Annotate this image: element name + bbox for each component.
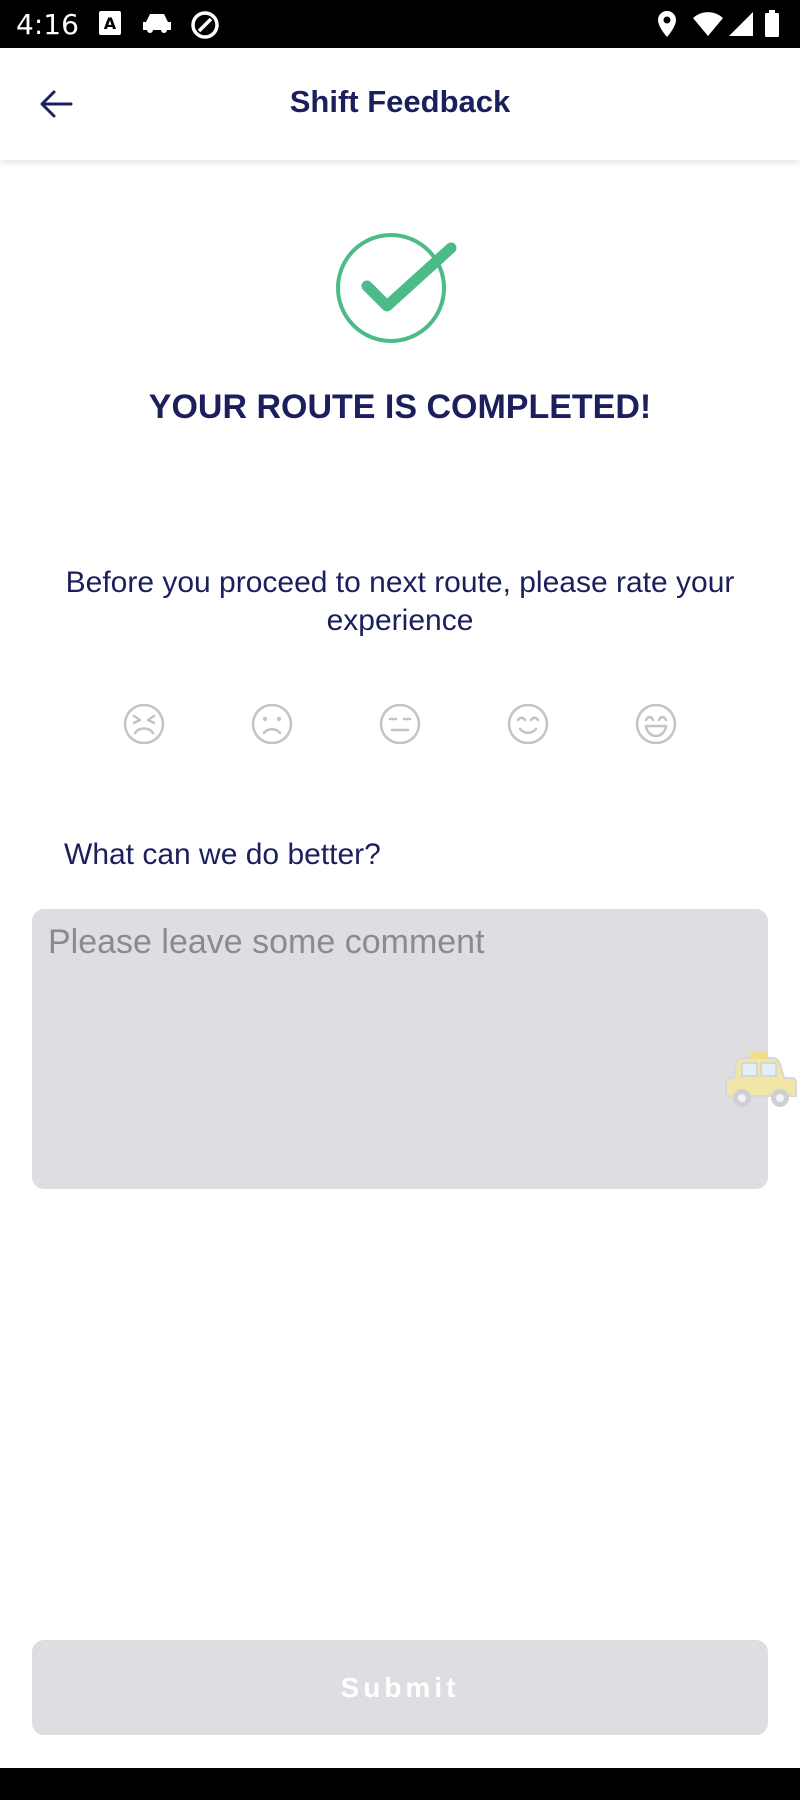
completion-headline: YOUR ROUTE IS COMPLETED! — [148, 388, 652, 426]
signal-icon — [729, 12, 753, 36]
taxi-icon[interactable] — [722, 1050, 798, 1114]
face-neutral-icon — [379, 703, 421, 745]
rating-dissatisfied[interactable] — [250, 702, 294, 746]
face-sad-icon — [251, 703, 293, 745]
rating-very-dissatisfied[interactable] — [122, 702, 166, 746]
status-bar: 4:16 A — [0, 0, 800, 48]
face-very-sad-icon — [123, 703, 165, 745]
face-very-happy-icon — [635, 703, 677, 745]
battery-icon — [765, 10, 779, 37]
rating-prompt: Before you proceed to next route, please… — [65, 566, 735, 637]
location-icon — [658, 11, 676, 37]
comment-input[interactable] — [32, 909, 768, 1189]
at-sign-icon — [191, 11, 219, 39]
check-circle-icon — [336, 233, 457, 343]
navigation-bar — [0, 1768, 800, 1800]
rating-options — [0, 702, 800, 746]
car-icon — [143, 14, 171, 33]
page-title: Shift Feedback — [289, 84, 511, 119]
rating-very-satisfied[interactable] — [634, 702, 678, 746]
rating-satisfied[interactable] — [506, 702, 550, 746]
text-a-icon: A — [99, 11, 121, 35]
rating-neutral[interactable] — [378, 702, 422, 746]
feedback-label: What can we do better? — [64, 838, 381, 871]
app-bar: Shift Feedback — [0, 48, 800, 160]
svg-text:A: A — [104, 14, 117, 33]
face-smile-icon — [507, 703, 549, 745]
status-time: 4:16 — [16, 8, 79, 41]
submit-button[interactable]: Submit — [32, 1640, 768, 1735]
wifi-icon — [693, 12, 723, 37]
